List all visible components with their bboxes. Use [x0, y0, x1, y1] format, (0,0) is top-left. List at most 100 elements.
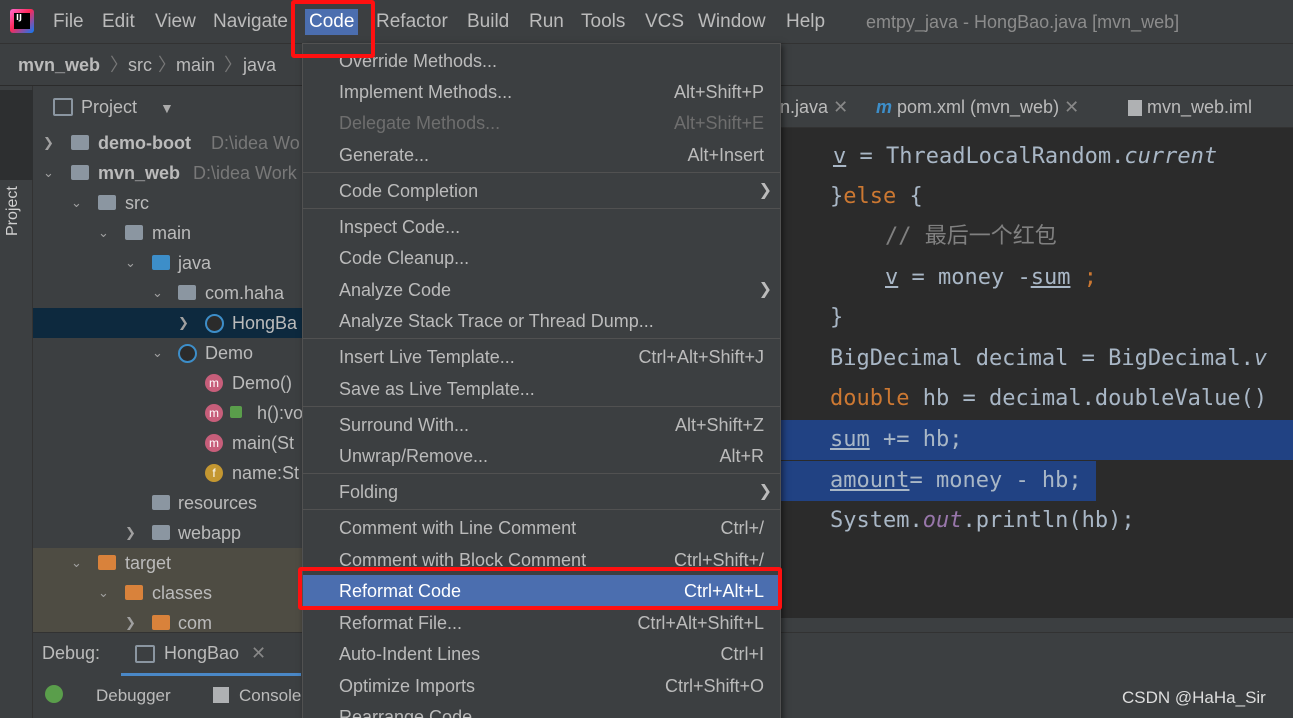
- maven-icon: m: [876, 97, 893, 117]
- menu-vcs[interactable]: VCS: [641, 9, 688, 35]
- menu-refactor[interactable]: Refactor: [372, 9, 452, 35]
- highlight-box-reformat-code: [298, 567, 782, 610]
- expand-arrow-icon[interactable]: ❯: [125, 518, 136, 548]
- menu-item-surround-with[interactable]: Surround With... Alt+Shift+Z: [303, 409, 780, 441]
- tab-label: n.java: [780, 97, 829, 117]
- tool-window-stripe: Project: [0, 86, 33, 718]
- menu-item-line-comment[interactable]: Comment with Line Comment Ctrl+/: [303, 512, 780, 544]
- menu-item-optimize-imports[interactable]: Optimize Imports Ctrl+Shift+O: [303, 670, 780, 702]
- code-editor[interactable]: v = ThreadLocalRandom.current }else { //…: [780, 128, 1293, 618]
- collapse-arrow-icon[interactable]: ⌄: [125, 248, 136, 278]
- menu-item-auto-indent[interactable]: Auto-Indent Lines Ctrl+I: [303, 638, 780, 670]
- intellij-logo-icon: IJ: [10, 9, 34, 33]
- debugger-tab[interactable]: Debugger: [96, 686, 171, 706]
- tree-item-resources[interactable]: resources: [33, 488, 303, 518]
- menu-item-code-cleanup[interactable]: Code Cleanup...: [303, 242, 780, 274]
- menu-item-unwrap-remove[interactable]: Unwrap/Remove... Alt+R: [303, 440, 780, 472]
- tree-item-main-method[interactable]: m main(St: [33, 428, 303, 458]
- menu-item-generate[interactable]: Generate... Alt+Insert: [303, 139, 780, 171]
- project-tool-tab-label[interactable]: Project: [4, 186, 22, 236]
- code-line: System.out.println(hb);: [780, 501, 1293, 541]
- code-line: }else {: [780, 177, 1293, 217]
- collapse-arrow-icon[interactable]: ⌄: [43, 158, 54, 188]
- menu-run[interactable]: Run: [525, 9, 568, 35]
- ide-window: IJ File Edit View Navigate Code Refactor…: [0, 0, 1293, 718]
- active-tab-indicator: [121, 673, 301, 676]
- package-icon: [178, 285, 196, 300]
- code-token: BigDecimal decimal = BigDecimal.: [830, 346, 1254, 371]
- collapse-arrow-icon[interactable]: ⌄: [152, 338, 163, 368]
- method-icon: m: [205, 374, 223, 392]
- tree-item-demo-constructor[interactable]: m Demo(): [33, 368, 303, 398]
- tree-item-classes[interactable]: ⌄ classes: [33, 578, 303, 608]
- tree-item-h-method[interactable]: m h():vo: [33, 398, 303, 428]
- tree-item-main[interactable]: ⌄ main: [33, 218, 303, 248]
- menu-help[interactable]: Help: [782, 9, 829, 35]
- close-icon[interactable]: ✕: [1064, 97, 1079, 117]
- project-view-title[interactable]: Project: [81, 94, 137, 120]
- collapse-arrow-icon[interactable]: ⌄: [71, 548, 82, 578]
- tab-mvn-web-iml[interactable]: mvn_web.iml: [1128, 86, 1252, 128]
- menu-item-analyze-code[interactable]: Analyze Code ❯: [303, 274, 780, 306]
- console-tab[interactable]: Console: [239, 686, 301, 706]
- tree-item-label: java: [178, 253, 212, 273]
- tree-item-java[interactable]: ⌄ java: [33, 248, 303, 278]
- code-line: BigDecimal decimal = BigDecimal.v: [780, 339, 1293, 379]
- run-config-icon: [135, 645, 155, 663]
- menu-item-code-completion[interactable]: Code Completion ❯: [303, 175, 780, 207]
- tree-item-mvn-web[interactable]: ⌄ mvn_web D:\idea Work: [33, 158, 303, 188]
- collapse-arrow-icon[interactable]: ⌄: [71, 188, 82, 218]
- tree-item-webapp[interactable]: ❯ webapp: [33, 518, 303, 548]
- collapse-arrow-icon[interactable]: ⌄: [98, 578, 109, 608]
- file-icon: [1128, 100, 1142, 117]
- tree-item-target[interactable]: ⌄ target: [33, 548, 303, 578]
- code-token: += hb;: [869, 427, 963, 452]
- close-icon[interactable]: ✕: [833, 97, 848, 117]
- menu-item-inspect-code[interactable]: Inspect Code...: [303, 211, 780, 243]
- tab-pom-xml[interactable]: m pom.xml (mvn_web) ✕: [876, 86, 1079, 128]
- menu-view[interactable]: View: [151, 9, 200, 35]
- lock-icon: [230, 406, 242, 418]
- tree-item-demo-boot[interactable]: ❯ demo-boot D:\idea Wo: [33, 128, 303, 158]
- debug-session-tab[interactable]: HongBao: [164, 643, 239, 664]
- tree-item-demo[interactable]: ⌄ Demo: [33, 338, 303, 368]
- tree-item-hongbao[interactable]: ❯ HongBa: [33, 308, 303, 338]
- menu-file[interactable]: File: [49, 9, 88, 35]
- method-icon: m: [205, 404, 223, 422]
- menu-item-folding[interactable]: Folding ❯: [303, 476, 780, 508]
- code-line: v = ThreadLocalRandom.current: [780, 137, 1293, 177]
- breadcrumb-main[interactable]: main: [176, 52, 215, 78]
- project-view-dropdown-icon[interactable]: ▼: [160, 95, 174, 121]
- menu-navigate[interactable]: Navigate: [209, 9, 292, 35]
- code-token: double: [830, 386, 910, 411]
- menu-item-rearrange-code[interactable]: Rearrange Code: [303, 701, 780, 718]
- menu-item-insert-live-template[interactable]: Insert Live Template... Ctrl+Alt+Shift+J: [303, 341, 780, 373]
- breadcrumb-src[interactable]: src: [128, 52, 152, 78]
- breadcrumb-java[interactable]: java: [243, 52, 276, 78]
- folder-icon: [98, 195, 116, 210]
- menu-edit[interactable]: Edit: [98, 9, 139, 35]
- menu-item-save-live-template[interactable]: Save as Live Template...: [303, 373, 780, 405]
- menu-item-implement-methods[interactable]: Implement Methods... Alt+Shift+P: [303, 76, 780, 108]
- menu-item-analyze-stack-trace[interactable]: Analyze Stack Trace or Thread Dump...: [303, 305, 780, 337]
- collapse-arrow-icon[interactable]: ⌄: [98, 218, 109, 248]
- tree-item-src[interactable]: ⌄ src: [33, 188, 303, 218]
- tree-item-label: resources: [178, 493, 258, 513]
- menu-build[interactable]: Build: [463, 9, 513, 35]
- collapse-arrow-icon[interactable]: ⌄: [152, 278, 163, 308]
- tree-item-com-haha[interactable]: ⌄ com.haha: [33, 278, 303, 308]
- breadcrumb-project[interactable]: mvn_web: [18, 52, 100, 78]
- code-token: {: [896, 184, 923, 209]
- tab-hongbao-java[interactable]: n.java ✕: [780, 86, 848, 128]
- menu-window[interactable]: Window: [694, 9, 770, 35]
- menu-tools[interactable]: Tools: [577, 9, 629, 35]
- expand-arrow-icon[interactable]: ❯: [178, 308, 189, 338]
- tree-item-name-field[interactable]: f name:St: [33, 458, 303, 488]
- expand-arrow-icon[interactable]: ❯: [43, 128, 54, 158]
- horizontal-scrollbar[interactable]: [780, 618, 1293, 632]
- menu-item-reformat-file[interactable]: Reformat File... Ctrl+Alt+Shift+L: [303, 607, 780, 639]
- close-icon[interactable]: ✕: [251, 643, 266, 664]
- module-icon: [71, 165, 89, 180]
- project-tool-tab[interactable]: [0, 90, 33, 180]
- menu-bar: IJ File Edit View Navigate Code Refactor…: [0, 0, 1293, 44]
